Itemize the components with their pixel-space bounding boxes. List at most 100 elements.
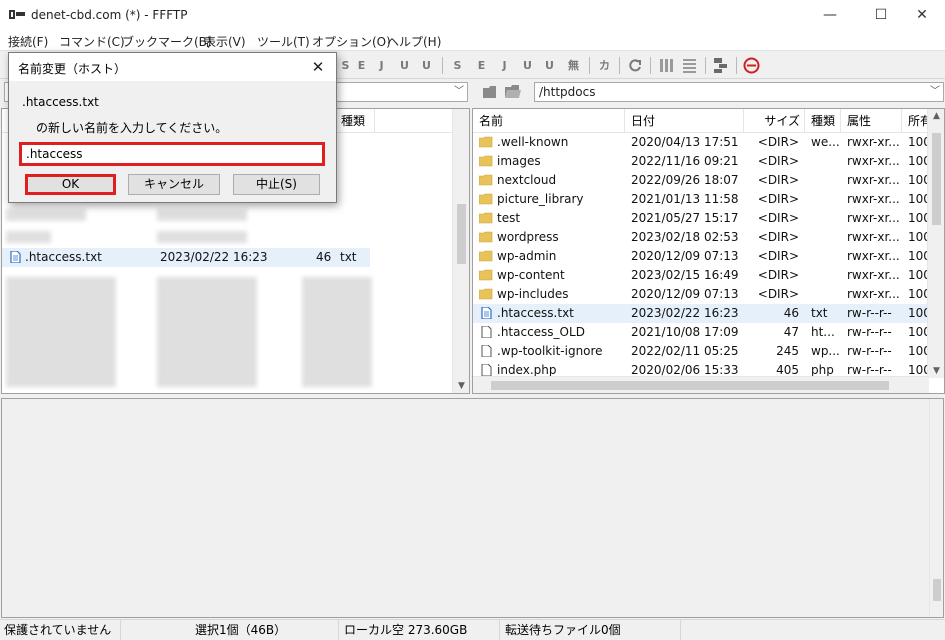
detail-view-icon[interactable] [680,56,699,75]
close-window-button[interactable]: ✕ [899,0,945,30]
stop-transfer-icon[interactable] [742,56,761,75]
table-row[interactable]: picture_library 2021/01/13 11:58 <DIR> rwxr… [473,190,933,209]
file-date: 2021/10/08 17:09 [631,325,739,339]
menu-bookmark[interactable]: ブックマーク(B) [122,33,212,50]
remote-list-header: 名前 日付 サイズ 種類 属性 所有 [473,109,944,133]
remote-kanji-sjis-button[interactable]: S [448,56,467,75]
file-attr: rwxr-xr... [847,154,899,168]
scroll-thumb[interactable] [932,133,941,225]
remote-col-date[interactable]: 日付 [625,109,744,133]
file-size: <DIR> [757,230,799,244]
close-icon[interactable]: ✕ [306,56,330,78]
local-vertical-scrollbar[interactable]: ▼ [452,109,469,393]
table-row[interactable]: .htaccess_OLD 2021/10/08 17:09 47 ht... rw-r… [473,323,933,342]
folder-up-icon[interactable] [482,84,500,100]
remote-kanji-euc-button[interactable]: E [472,56,491,75]
file-icon [481,326,492,338]
dialog-filename: .htaccess.txt [22,95,99,109]
blurred-entry [302,277,372,387]
table-row[interactable]: images2022/11/16 09:21<DIR>rwxr-xr...100… [473,152,933,171]
table-row[interactable]: wp-includes 2020/12/09 07:13 <DIR> rwxr-xr.… [473,285,933,304]
folder-icon [479,193,493,205]
menu-connect[interactable]: 接続(F) [8,33,48,50]
kanji-euc-button[interactable]: E [352,56,371,75]
menu-help[interactable]: ヘルプ(H) [387,33,441,50]
local-col-type[interactable]: 種類 [335,109,375,133]
remote-col-type[interactable]: 種類 [805,109,841,133]
minimize-button[interactable]: — [807,0,853,30]
file-attr: rwxr-xr... [847,230,899,244]
table-row[interactable]: wordpress 2023/02/18 02:53 <DIR> rwxr-xr...… [473,228,933,247]
cancel-button[interactable]: キャンセル [128,174,220,195]
toolbar-separator [619,57,620,74]
toolbar-separator [442,57,443,74]
sync-tree-icon[interactable] [711,56,730,75]
status-selection: 選択1個（46B） [191,620,339,640]
window-title: denet-cbd.com (*) - FFFTP [31,8,188,22]
scroll-thumb[interactable] [933,579,941,601]
file-attr: rwxr-xr... [847,192,899,206]
remote-kanji-utf8-button[interactable]: U [518,56,537,75]
file-size: <DIR> [757,192,799,206]
folder-icon [479,250,493,262]
refresh-icon[interactable] [626,56,645,75]
file-attr: rwxr-xr... [847,268,899,282]
menu-command[interactable]: コマンド(C) [59,33,125,50]
file-attr: rwxr-xr... [847,249,899,263]
scroll-up-icon[interactable]: ▲ [928,111,944,121]
log-area[interactable] [1,398,944,618]
scroll-down-icon[interactable]: ▼ [453,381,469,391]
menu-options[interactable]: オプション(O) [312,33,391,50]
blurred-entry [157,209,247,221]
remote-vertical-scrollbar[interactable]: ▲ ▼ [927,109,944,378]
menu-view[interactable]: 表示(V) [204,33,246,50]
file-attr: rw-r--r-- [847,344,892,358]
dialog-title-bar: 名前変更（ホスト） ✕ [9,53,336,81]
menu-tools[interactable]: ツール(T) [257,33,310,50]
remote-file-list[interactable]: 名前 日付 サイズ 種類 属性 所有 .well-known 2020/04/13… [472,108,945,394]
folder-icon [479,231,493,243]
table-row[interactable]: .well-known 2020/04/13 17:51 <DIR> we... rwx… [473,133,933,152]
file-date: 2023/02/15 16:49 [631,268,739,282]
table-row[interactable]: .wp-toolkit-ignore 2022/02/11 05:25 245 wp.… [473,342,933,361]
scroll-thumb[interactable] [457,204,466,264]
scroll-down-icon[interactable]: ▼ [928,366,944,376]
file-date: 2022/02/11 05:25 [631,344,739,358]
kanji-utf8-button[interactable]: U [395,56,414,75]
table-row[interactable]: wp-admin 2020/12/09 07:13 <DIR> rwxr-xr... 1… [473,247,933,266]
list-view-icon[interactable] [657,56,676,75]
remote-col-name[interactable]: 名前 [473,109,625,133]
file-date: 2023/02/22 16:23 [160,250,268,264]
ok-button[interactable]: OK [25,174,116,195]
rename-dialog: 名前変更（ホスト） ✕ .htaccess.txt の新しい名前を入力してくださ… [8,52,337,203]
kanji-utf8bom-button[interactable]: U [417,56,436,75]
remote-path-combo[interactable]: /httpdocs ﹀ [534,82,944,102]
dialog-prompt: の新しい名前を入力してください。 [36,121,228,135]
file-size: <DIR> [757,287,799,301]
table-row[interactable]: .htaccess.txt 2023/02/22 16:23 46 txt rw-r--… [473,304,933,323]
remote-kanji-utf8bom-button[interactable]: U [540,56,559,75]
remote-kanji-jis-button[interactable]: J [495,56,514,75]
log-scrollbar[interactable] [929,399,943,617]
remote-col-size[interactable]: サイズ [744,109,805,133]
table-row[interactable]: .htaccess.txt 2023/02/22 16:23 46 txt [2,248,370,267]
file-size: <DIR> [757,154,799,168]
maximize-button[interactable]: ☐ [858,0,904,30]
table-row[interactable]: wp-content 2023/02/15 16:49 <DIR> rwxr-xr..… [473,266,933,285]
folder-open-icon[interactable] [504,84,522,100]
scroll-thumb[interactable] [491,381,889,390]
file-type [811,171,839,190]
kanji-jis-button[interactable]: J [372,56,391,75]
remote-horizontal-scrollbar[interactable] [473,376,929,393]
no-conversion-button[interactable]: 無 [564,56,583,75]
file-date: 2020/04/13 17:51 [631,135,739,149]
table-row[interactable]: nextcloud 2022/09/26 18:07 <DIR> rwxr-xr...… [473,171,933,190]
remote-col-attr[interactable]: 属性 [841,109,902,133]
kana-convert-button[interactable]: カ [595,56,614,75]
file-size: <DIR> [757,173,799,187]
file-date: 2022/11/16 09:21 [631,154,739,168]
table-row[interactable]: test2021/05/27 15:17<DIR>rwxr-xr...1000 [473,209,933,228]
new-name-input[interactable] [22,145,322,163]
abort-button[interactable]: 中止(S) [233,174,320,195]
blurred-entry [6,231,51,243]
